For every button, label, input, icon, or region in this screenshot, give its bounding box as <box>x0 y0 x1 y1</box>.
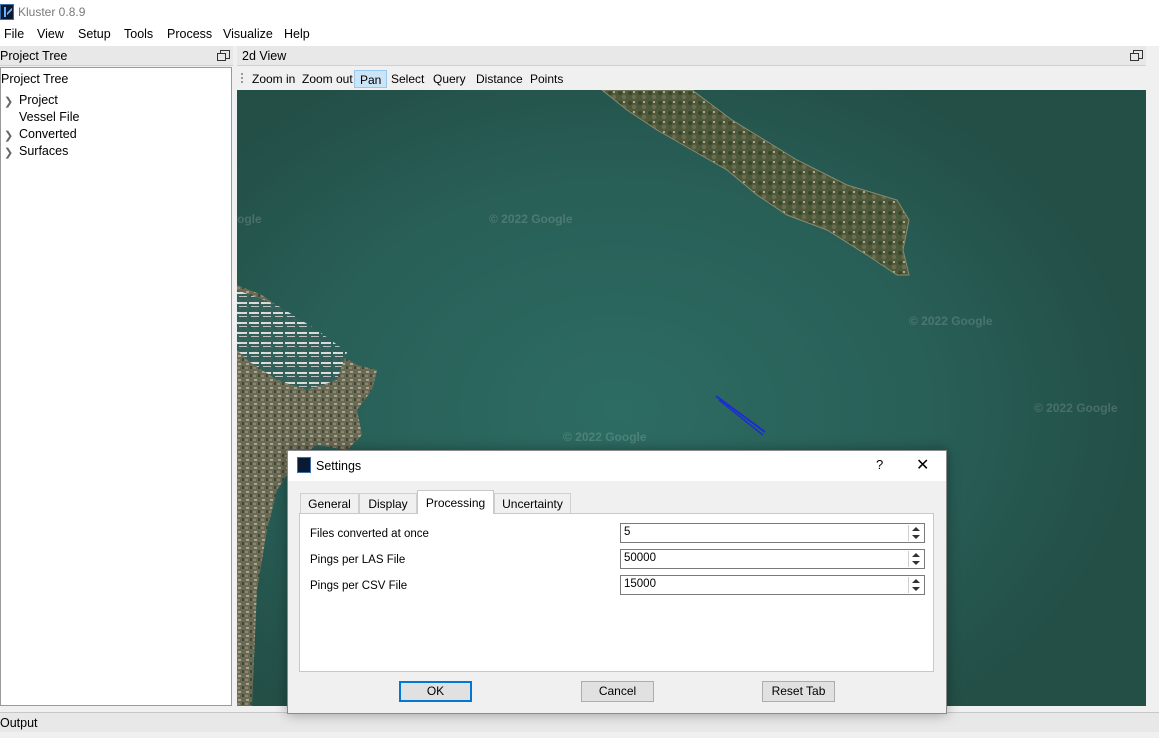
peninsula-land <box>601 90 910 276</box>
chevron-right-icon[interactable]: ❯ <box>4 95 13 108</box>
map-watermark: © 2022 Google <box>489 212 573 226</box>
project-tree-dock-label: Project Tree <box>0 49 68 63</box>
spin-buttons[interactable] <box>908 551 923 567</box>
spin-up-icon[interactable] <box>912 527 920 531</box>
query-button[interactable]: Query <box>433 70 466 88</box>
processing-tab-pane: Files converted at once 5 Pings per LAS … <box>299 513 934 672</box>
project-tree-header: Project Tree <box>1 72 69 86</box>
spin-up-icon[interactable] <box>912 553 920 557</box>
window-title-bar: Kluster 0.8.9 <box>0 0 1159 24</box>
pings-per-csv-label: Pings per CSV File <box>310 580 408 592</box>
files-converted-label: Files converted at once <box>310 528 429 540</box>
tree-item-surfaces[interactable]: ❯ Surfaces <box>1 144 231 160</box>
kluster-logo-icon <box>297 457 311 473</box>
tree-item-converted[interactable]: ❯ Converted <box>1 127 231 143</box>
cancel-button[interactable]: Cancel <box>581 681 654 702</box>
pings-per-las-spinbox[interactable]: 50000 <box>620 549 925 569</box>
spin-buttons[interactable] <box>908 577 923 593</box>
menu-bar: File View Setup Tools Process Visualize … <box>0 24 1159 46</box>
spin-down-icon[interactable] <box>912 587 920 591</box>
ok-button[interactable]: OK <box>399 681 472 702</box>
chevron-right-icon[interactable]: ❯ <box>4 146 13 159</box>
settings-dialog-title: Settings <box>316 459 362 473</box>
right-gutter <box>1146 90 1159 706</box>
menu-setup[interactable]: Setup <box>78 27 111 41</box>
spin-down-icon[interactable] <box>912 535 920 539</box>
chevron-right-icon[interactable]: ❯ <box>4 129 13 142</box>
tab-processing[interactable]: Processing <box>417 490 494 514</box>
tab-general[interactable]: General <box>300 493 359 513</box>
pings-per-las-label: Pings per LAS File <box>310 554 406 566</box>
float-dock-icon[interactable] <box>217 50 230 61</box>
project-tree-dock-title: Project Tree <box>0 46 233 66</box>
output-dock-label: Output <box>0 716 38 730</box>
settings-dialog: Settings ? ✕ General Display Processing … <box>287 450 947 714</box>
spin-up-icon[interactable] <box>912 579 920 583</box>
zoom-in-button[interactable]: Zoom in <box>252 70 295 88</box>
view2d-dock-label: 2d View <box>242 49 287 63</box>
view2d-dock-title: 2d View <box>237 46 1146 66</box>
map-watermark: © 2022 Google <box>909 314 993 328</box>
help-button[interactable]: ? <box>876 457 883 472</box>
menu-visualize[interactable]: Visualize <box>223 27 273 41</box>
output-dock-title: Output <box>0 712 1159 732</box>
survey-track-line <box>715 395 766 433</box>
spin-down-icon[interactable] <box>912 561 920 565</box>
menu-process[interactable]: Process <box>167 27 212 41</box>
settings-dialog-title-bar: Settings ? ✕ <box>288 451 946 481</box>
map-watermark: © 2022 Google <box>1034 401 1118 415</box>
menu-view[interactable]: View <box>37 27 64 41</box>
points-button[interactable]: Points <box>530 70 563 88</box>
project-tree-panel: Project Tree ❯ Project Vessel File ❯ Con… <box>0 67 232 706</box>
tree-item-project[interactable]: ❯ Project <box>1 93 231 109</box>
select-button[interactable]: Select <box>391 70 424 88</box>
menu-help[interactable]: Help <box>284 27 310 41</box>
tab-display[interactable]: Display <box>359 493 417 513</box>
app-title: Kluster 0.8.9 <box>18 5 86 19</box>
pings-per-csv-spinbox[interactable]: 15000 <box>620 575 925 595</box>
tab-uncertainty[interactable]: Uncertainty <box>494 493 571 513</box>
reset-tab-button[interactable]: Reset Tab <box>762 681 835 702</box>
kluster-logo-icon <box>0 4 14 20</box>
distance-button[interactable]: Distance <box>476 70 523 88</box>
float-dock-icon[interactable] <box>1130 50 1143 61</box>
pan-button[interactable]: Pan <box>354 70 388 88</box>
tree-item-vessel-file[interactable]: Vessel File <box>1 110 231 126</box>
map-watermark: ogle <box>237 212 262 226</box>
zoom-out-button[interactable]: Zoom out <box>302 70 353 88</box>
files-converted-spinbox[interactable]: 5 <box>620 523 925 543</box>
menu-tools[interactable]: Tools <box>124 27 153 41</box>
spin-buttons[interactable] <box>908 525 923 541</box>
menu-file[interactable]: File <box>4 27 24 41</box>
view2d-toolbar: Zoom in Zoom out Pan Select Query Distan… <box>237 68 1146 90</box>
toolbar-grip-icon[interactable] <box>241 73 243 85</box>
map-watermark: © 2022 Google <box>563 430 647 444</box>
close-icon[interactable]: ✕ <box>916 455 929 475</box>
survey-track-line <box>718 399 764 436</box>
